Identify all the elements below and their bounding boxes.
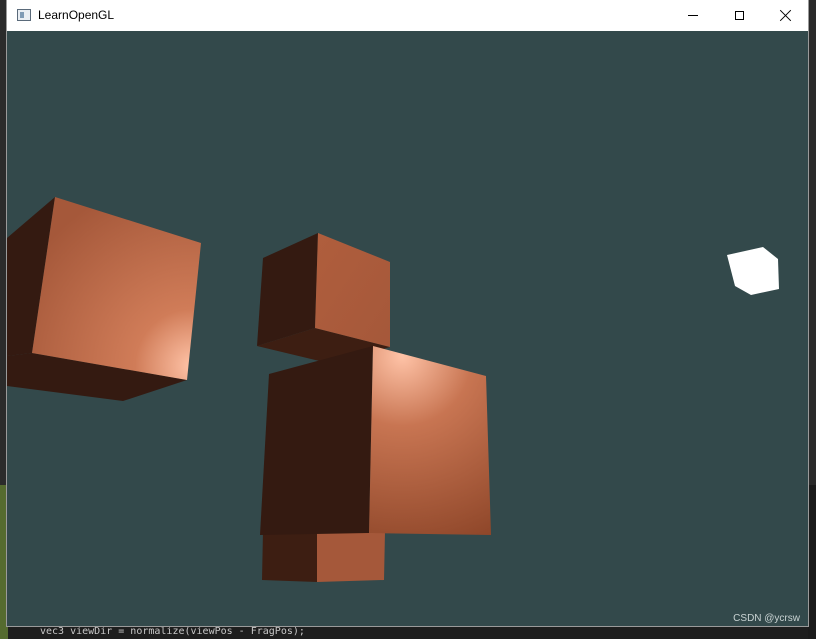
maximize-button[interactable] (716, 0, 762, 31)
close-icon (780, 10, 791, 21)
close-button[interactable] (762, 0, 808, 31)
app-window-icon (17, 9, 31, 21)
background-editor-edge (808, 485, 816, 639)
title-bar[interactable]: LearnOpenGL (7, 0, 808, 31)
cube-left-lit-face (32, 197, 201, 380)
cube-bottom-side-face (262, 531, 317, 582)
cube-upper-side-face (257, 233, 318, 346)
cube-front-side-face (260, 346, 373, 535)
cube-upper-middle (257, 233, 390, 364)
cube-left (7, 197, 201, 401)
cube-front-lit-face (369, 346, 491, 535)
maximize-icon (734, 11, 744, 20)
window-title: LearnOpenGL (38, 8, 115, 22)
light-source-cube (727, 247, 779, 295)
scene-render (7, 197, 779, 582)
cube-bottom (262, 531, 385, 582)
minimize-button[interactable] (670, 0, 716, 31)
watermark-text: CSDN @ycrsw (733, 613, 800, 624)
background-editor-code-line: vec3 viewDir = normalize(viewPos - FragP… (40, 626, 305, 637)
cube-front (260, 346, 491, 535)
cube-upper-lit-face (315, 233, 390, 347)
minimize-icon (688, 15, 698, 16)
cube-bottom-lit-face (317, 531, 385, 582)
app-window: LearnOpenGL CSDN @ycrsw (7, 0, 808, 626)
opengl-viewport[interactable]: CSDN @ycrsw (7, 31, 808, 626)
